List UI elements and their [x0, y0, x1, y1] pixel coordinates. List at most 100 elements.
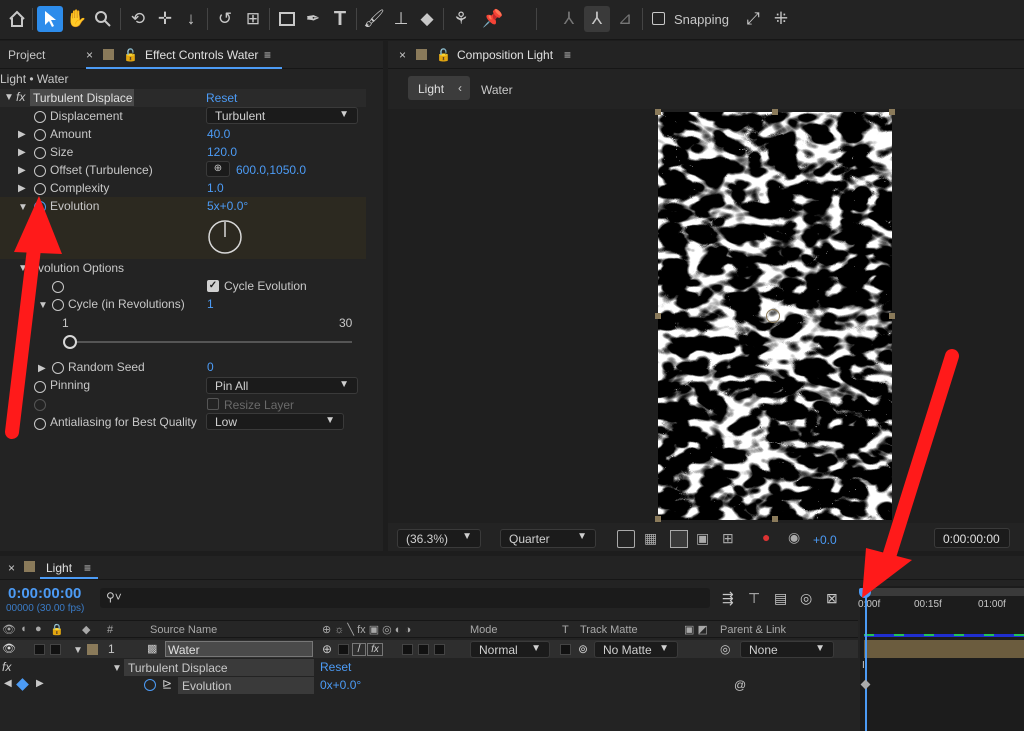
eye-icon[interactable]: 👁: [2, 642, 16, 655]
timeline-property-name[interactable]: Evolution: [178, 677, 314, 694]
tab-project[interactable]: Project: [8, 48, 45, 62]
resolution-dropdown[interactable]: Quarter ▼: [500, 529, 596, 548]
effect-name[interactable]: Turbulent Displace: [33, 91, 133, 105]
pan-behind-icon[interactable]: ⊞: [240, 6, 266, 32]
pinning-dropdown[interactable]: Pin All ▼: [206, 377, 358, 394]
anchor-point-icon[interactable]: [766, 309, 780, 323]
stopwatch-icon[interactable]: [34, 183, 46, 195]
layer-bar[interactable]: [864, 640, 1024, 658]
eraser-icon[interactable]: ◆: [414, 6, 440, 32]
region-of-interest-icon[interactable]: ▣: [696, 530, 714, 548]
collapse-switch-icon[interactable]: ⊕: [322, 642, 332, 656]
chevron-down-icon[interactable]: ▼: [18, 263, 28, 274]
home-icon[interactable]: [4, 6, 30, 32]
size-value[interactable]: 120.0: [207, 145, 237, 159]
evolution-value[interactable]: 5x+0.0°: [207, 199, 248, 213]
layer-name[interactable]: Water: [165, 641, 313, 657]
clone-stamp-icon[interactable]: ⊥: [388, 6, 414, 32]
shy-layers-icon[interactable]: ▤: [774, 590, 787, 607]
frame-blending-icon[interactable]: ◎: [800, 590, 812, 607]
chevron-right-icon[interactable]: ▶: [18, 147, 26, 158]
type-icon[interactable]: T: [327, 6, 353, 32]
cycle-evolution-checkbox[interactable]: ✓: [207, 280, 219, 292]
exposure-value[interactable]: +0.0: [813, 533, 837, 547]
work-area-bar[interactable]: [860, 588, 1024, 596]
chevron-right-icon[interactable]: ▶: [38, 363, 46, 374]
parent-dropdown[interactable]: None ▼: [740, 641, 834, 658]
stopwatch-icon[interactable]: [34, 111, 46, 123]
timeline-property-value[interactable]: 0x+0.0°: [320, 678, 361, 692]
playhead[interactable]: [865, 588, 867, 731]
axis-local-icon[interactable]: ⅄: [556, 6, 582, 32]
transparency-grid-icon[interactable]: ▦: [644, 530, 662, 548]
draft-3d-icon[interactable]: ⊤: [748, 590, 760, 607]
color-management-icon[interactable]: ◉: [788, 529, 806, 547]
timeline-search-input[interactable]: ⚲˅: [100, 588, 710, 608]
selection-icon[interactable]: [37, 6, 63, 32]
stopwatch-icon[interactable]: [34, 381, 46, 393]
orbit-icon[interactable]: ⟲: [125, 6, 151, 32]
rectangle-icon[interactable]: [274, 6, 300, 32]
displacement-dropdown[interactable]: Turbulent ▼: [206, 107, 358, 124]
offset-value[interactable]: 600.0,1050.0: [236, 163, 306, 177]
stopwatch-icon[interactable]: [34, 165, 46, 177]
snapping-checkbox[interactable]: [652, 12, 665, 25]
fx-icon[interactable]: fx: [16, 90, 25, 104]
grid-guides-icon[interactable]: ⊞: [722, 530, 740, 548]
chevron-down-icon[interactable]: ▼: [38, 300, 48, 311]
cycle-slider-track[interactable]: [70, 341, 352, 343]
close-icon[interactable]: ×: [86, 48, 93, 62]
panel-menu-icon[interactable]: ≡: [84, 561, 91, 575]
stopwatch-icon[interactable]: [52, 281, 64, 293]
zoom-icon[interactable]: [90, 6, 116, 32]
timecode-field[interactable]: 0:00:00:00: [934, 528, 1010, 548]
chevron-right-icon[interactable]: ▶: [18, 183, 26, 194]
graph-icon[interactable]: ⊵: [162, 677, 172, 691]
reset-link[interactable]: Reset: [206, 91, 237, 105]
chevron-down-icon[interactable]: ▼: [4, 92, 14, 103]
stopwatch-icon[interactable]: [34, 147, 46, 159]
quality-switch-icon[interactable]: /: [352, 643, 366, 656]
keyframe-icon[interactable]: [16, 678, 29, 691]
graph-editor-icon[interactable]: ⊠: [826, 590, 838, 607]
close-icon[interactable]: ×: [399, 48, 406, 62]
axis-view-icon[interactable]: ⊿: [612, 6, 638, 32]
expression-pickwhip-icon[interactable]: @: [734, 678, 746, 692]
matte-pickwhip-icon[interactable]: ⊚: [578, 642, 588, 656]
mode-dropdown[interactable]: Normal ▼: [470, 641, 550, 658]
snap-features-icon[interactable]: ⁜: [768, 6, 794, 32]
stopwatch-active-icon[interactable]: [144, 679, 156, 691]
stopwatch-icon[interactable]: [34, 418, 46, 430]
pen-icon[interactable]: ✒: [300, 6, 326, 32]
channel-icon[interactable]: ●: [762, 529, 780, 547]
fx-switch-icon[interactable]: fx: [367, 643, 383, 656]
stopwatch-active-icon[interactable]: [34, 201, 46, 213]
complexity-value[interactable]: 1.0: [207, 181, 224, 195]
lock-icon[interactable]: 🔓: [123, 48, 138, 62]
zoom-dropdown[interactable]: (36.3%) ▼: [397, 529, 481, 548]
stopwatch-icon[interactable]: [52, 299, 64, 311]
rotate-icon[interactable]: ↺: [212, 6, 238, 32]
chevron-right-icon[interactable]: ▶: [18, 129, 26, 140]
evolution-dial[interactable]: [206, 218, 244, 256]
tab-composition[interactable]: Composition Light: [457, 48, 553, 62]
layer-label-color[interactable]: [87, 644, 98, 655]
parent-pickwhip-icon[interactable]: ◎: [720, 642, 730, 656]
puppet-pin-icon[interactable]: 📌: [480, 6, 506, 32]
mask-visibility-icon[interactable]: [670, 530, 688, 548]
lock-icon[interactable]: 🔓: [436, 48, 451, 62]
crosshair-icon[interactable]: ⊕: [206, 161, 230, 177]
tab-timeline-light[interactable]: Light: [46, 561, 72, 575]
timeline-effect-reset[interactable]: Reset: [320, 660, 351, 674]
snap-edges-icon[interactable]: ⤢: [740, 6, 766, 32]
comp-flowchart-icon[interactable]: ⇶: [722, 590, 734, 607]
axis-world-icon[interactable]: ⅄: [584, 6, 610, 32]
panel-menu-icon[interactable]: ≡: [264, 48, 271, 62]
crumb-light-button[interactable]: Light ‹: [408, 76, 470, 100]
chevron-right-icon[interactable]: ▶: [18, 165, 26, 176]
chevron-down-icon[interactable]: ▼: [18, 202, 28, 213]
dolly-icon[interactable]: ↓: [178, 6, 204, 32]
brush-icon[interactable]: 🖌: [361, 6, 387, 32]
move-icon[interactable]: ✛: [152, 6, 178, 32]
crumb-water[interactable]: Water: [481, 83, 513, 97]
